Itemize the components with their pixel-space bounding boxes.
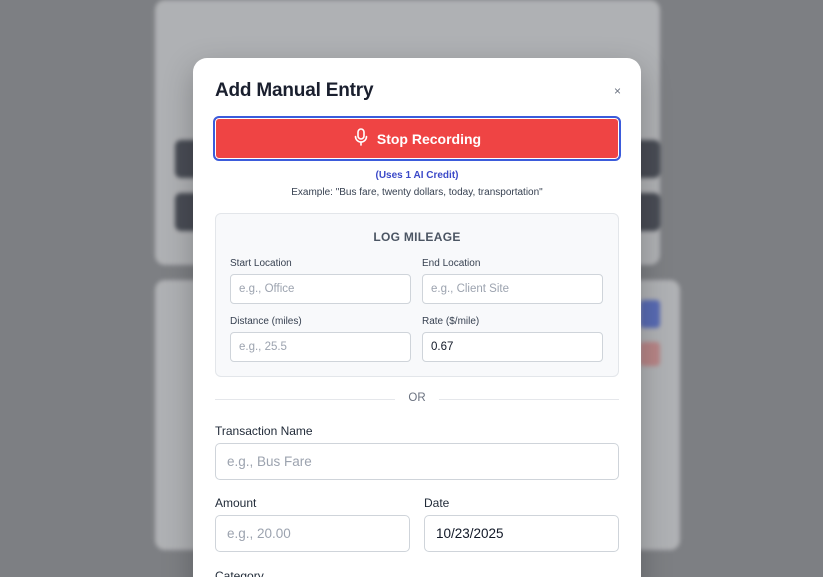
date-label: Date [424, 496, 450, 510]
transaction-name-label: Transaction Name [215, 424, 313, 438]
microphone-icon [353, 128, 369, 149]
or-label: OR [408, 392, 426, 404]
end-location-input[interactable] [422, 274, 603, 304]
add-manual-entry-modal: Add Manual Entry × Stop Recording (Uses … [193, 58, 641, 577]
stop-recording-button[interactable]: Stop Recording [213, 116, 621, 161]
background-button [640, 342, 660, 366]
distance-label: Distance (miles) [230, 316, 302, 327]
close-button[interactable]: × [614, 84, 621, 98]
distance-input[interactable] [230, 332, 411, 362]
stop-recording-label: Stop Recording [376, 130, 482, 147]
category-label: Category [215, 569, 264, 577]
log-mileage-title: LOG MILEAGE [373, 230, 461, 244]
or-divider: OR [215, 392, 619, 406]
ai-credit-note: (Uses 1 AI Credit) [375, 170, 459, 181]
rate-input[interactable] [422, 332, 603, 362]
amount-input[interactable] [215, 515, 410, 552]
date-input[interactable] [424, 515, 619, 552]
end-location-label: End Location [422, 258, 481, 269]
start-location-label: Start Location [230, 258, 292, 269]
log-mileage-section: LOG MILEAGE Start Location End Location … [215, 213, 619, 377]
background-button [640, 300, 660, 328]
amount-label: Amount [215, 496, 257, 510]
rate-label: Rate ($/mile) [422, 316, 480, 327]
modal-title: Add Manual Entry [215, 80, 374, 101]
transaction-name-input[interactable] [215, 443, 619, 480]
divider-line [439, 399, 619, 400]
example-note: Example: "Bus fare, twenty dollars, toda… [291, 187, 543, 198]
start-location-input[interactable] [230, 274, 411, 304]
